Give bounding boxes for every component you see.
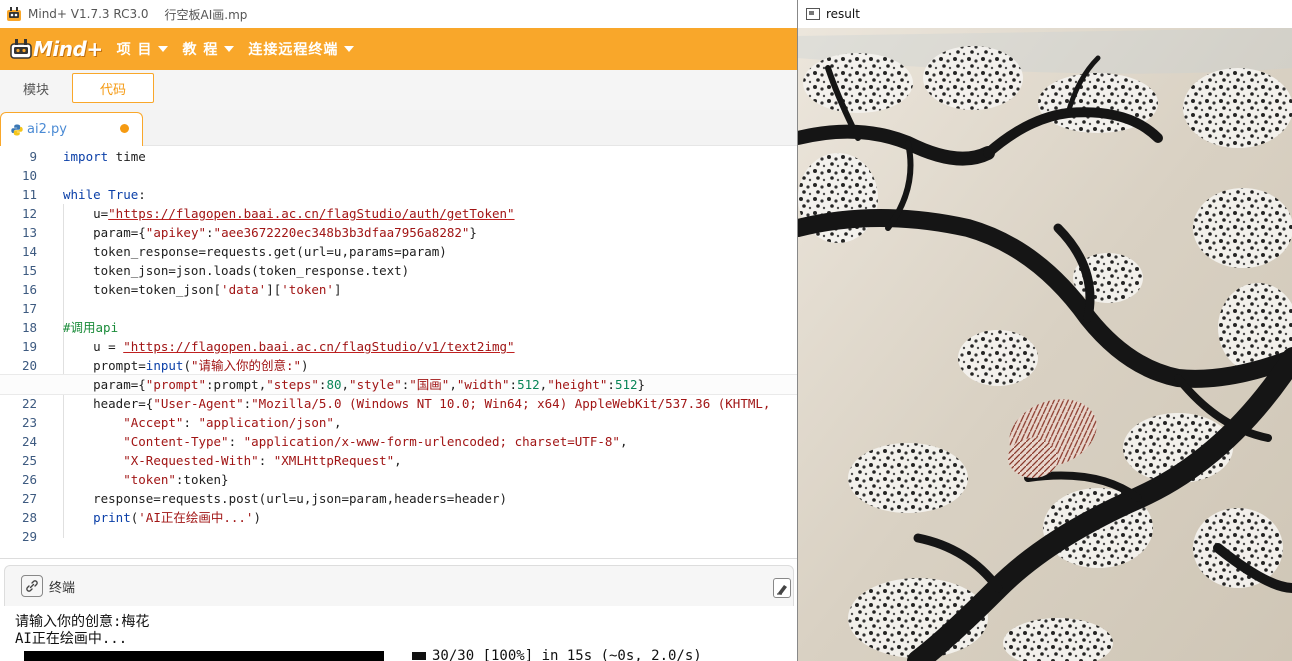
window-title-app: Mind+ V1.7.3 RC3.0	[28, 7, 149, 21]
menu-tutorial-label: 教 程	[182, 42, 219, 58]
result-title: result	[826, 7, 860, 21]
code-line[interactable]: prompt=input("请输入你的创意:")	[63, 356, 797, 375]
line-number: 11	[21, 187, 37, 202]
file-tab-bar: ai2.py	[0, 110, 797, 146]
result-title-bar: result	[798, 0, 1292, 28]
mindplus-logo: Mind+	[9, 37, 103, 61]
line-number: 23	[21, 415, 37, 430]
result-window: result	[797, 0, 1292, 661]
caret-down-icon	[158, 46, 169, 52]
line-number: 15	[21, 263, 37, 278]
file-tab-label: ai2.py	[27, 122, 67, 137]
robot-logo-icon	[10, 39, 32, 59]
code-line[interactable]: #调用api	[63, 318, 797, 337]
tab-code[interactable]: 代码	[72, 73, 154, 103]
code-line[interactable]	[63, 299, 797, 318]
menu-project-label: 项 目	[116, 42, 153, 58]
terminal-header: 终端	[0, 558, 797, 607]
line-number: 14	[21, 244, 37, 259]
line-number: 28	[21, 510, 37, 525]
code-line[interactable]	[63, 166, 797, 185]
code-line[interactable]: param={"apikey":"aee3672220ec348b3b3dfaa…	[63, 223, 797, 242]
caret-down-icon	[344, 46, 355, 52]
line-number: 22	[21, 396, 37, 411]
logo-text: Mind+	[33, 37, 103, 61]
code-line[interactable]: u = "https://flagopen.baai.ac.cn/flagStu…	[63, 337, 797, 356]
code-line[interactable]: response=requests.post(url=u,json=param,…	[63, 489, 797, 508]
line-number: 25	[21, 453, 37, 468]
terminal-output[interactable]: 请输入你的创意:梅花 AI正在绘画中... 30/30 [100%] in 15…	[0, 606, 797, 661]
mode-tab-bar: 模块 代码	[0, 70, 797, 110]
line-number: 9	[29, 149, 37, 164]
line-number: 13	[21, 225, 37, 240]
code-line[interactable]: "X-Requested-With": "XMLHttpRequest",	[63, 451, 797, 470]
code-line[interactable]: import time	[63, 147, 797, 166]
line-number: 20	[21, 358, 37, 373]
generated-painting	[798, 28, 1292, 661]
line-number: 19	[21, 339, 37, 354]
file-tab-ai2[interactable]: ai2.py	[0, 112, 143, 146]
progress-block-icon	[412, 652, 426, 660]
code-line[interactable]: "token":token}	[63, 470, 797, 489]
code-editor[interactable]: 9101112131415161718192021222324252627282…	[0, 147, 797, 547]
line-number-gutter: 9101112131415161718192021222324252627282…	[0, 147, 52, 546]
line-number: 29	[21, 529, 37, 544]
mindplus-app-icon	[7, 7, 21, 21]
window-title-file: 行空板AI画.mp	[164, 7, 248, 22]
terminal-tab[interactable]: 终端	[4, 565, 794, 607]
line-number: 16	[21, 282, 37, 297]
progress-text: 30/30 [100%] in 15s (~0s, 2.0/s)	[432, 648, 702, 661]
menu-project[interactable]: 项 目	[117, 39, 169, 59]
code-line[interactable]: "Accept": "application/json",	[63, 413, 797, 432]
menu-remote-terminal-label: 连接远程终端	[248, 42, 339, 58]
link-icon	[21, 575, 43, 597]
title-bar: Mind+ V1.7.3 RC3.0 行空板AI画.mp	[0, 0, 797, 28]
code-line[interactable]: while True:	[63, 185, 797, 204]
line-number: 10	[21, 168, 37, 183]
python-file-icon	[11, 124, 23, 135]
terminal-tab-label: 终端	[49, 580, 76, 596]
code-lines[interactable]: import time while True: u="https://flago…	[0, 147, 797, 546]
mindplus-window: Mind+ V1.7.3 RC3.0 行空板AI画.mp Mind+ 项 目 教…	[0, 0, 797, 661]
line-number: 26	[21, 472, 37, 487]
code-line-active[interactable]: param={"prompt":prompt,"steps":80,"style…	[0, 374, 797, 395]
line-number: 27	[21, 491, 37, 506]
tab-blocks[interactable]: 模块	[0, 73, 72, 103]
progress-status: 30/30 [100%] in 15s (~0s, 2.0/s)	[412, 648, 702, 661]
code-line[interactable]: token_response=requests.get(url=u,params…	[63, 242, 797, 261]
line-number: 18	[21, 320, 37, 335]
progress-bar	[24, 651, 384, 661]
line-number: 24	[21, 434, 37, 449]
terminal-line: AI正在绘画中...	[15, 631, 128, 647]
terminal-line: 请输入你的创意:梅花	[15, 614, 150, 630]
code-line[interactable]: u="https://flagopen.baai.ac.cn/flagStudi…	[63, 204, 797, 223]
line-number: 12	[21, 206, 37, 221]
code-line[interactable]: "Content-Type": "application/x-www-form-…	[63, 432, 797, 451]
line-number: 17	[21, 301, 37, 316]
menu-tutorial[interactable]: 教 程	[182, 39, 235, 59]
terminal-clear-icon[interactable]	[773, 578, 791, 598]
menu-remote-terminal[interactable]: 连接远程终端	[248, 39, 355, 59]
code-line[interactable]: token=token_json['data']['token']	[63, 280, 797, 299]
window-icon	[806, 8, 820, 20]
code-line[interactable]	[63, 527, 797, 546]
main-menu-bar: Mind+ 项 目 教 程 连接远程终端	[0, 28, 797, 70]
unsaved-dot-icon	[120, 124, 129, 133]
code-line[interactable]: token_json=json.loads(token_response.tex…	[63, 261, 797, 280]
code-line[interactable]: print('AI正在绘画中...')	[63, 508, 797, 527]
code-line[interactable]: header={"User-Agent":"Mozilla/5.0 (Windo…	[63, 394, 797, 413]
caret-down-icon	[224, 46, 235, 52]
